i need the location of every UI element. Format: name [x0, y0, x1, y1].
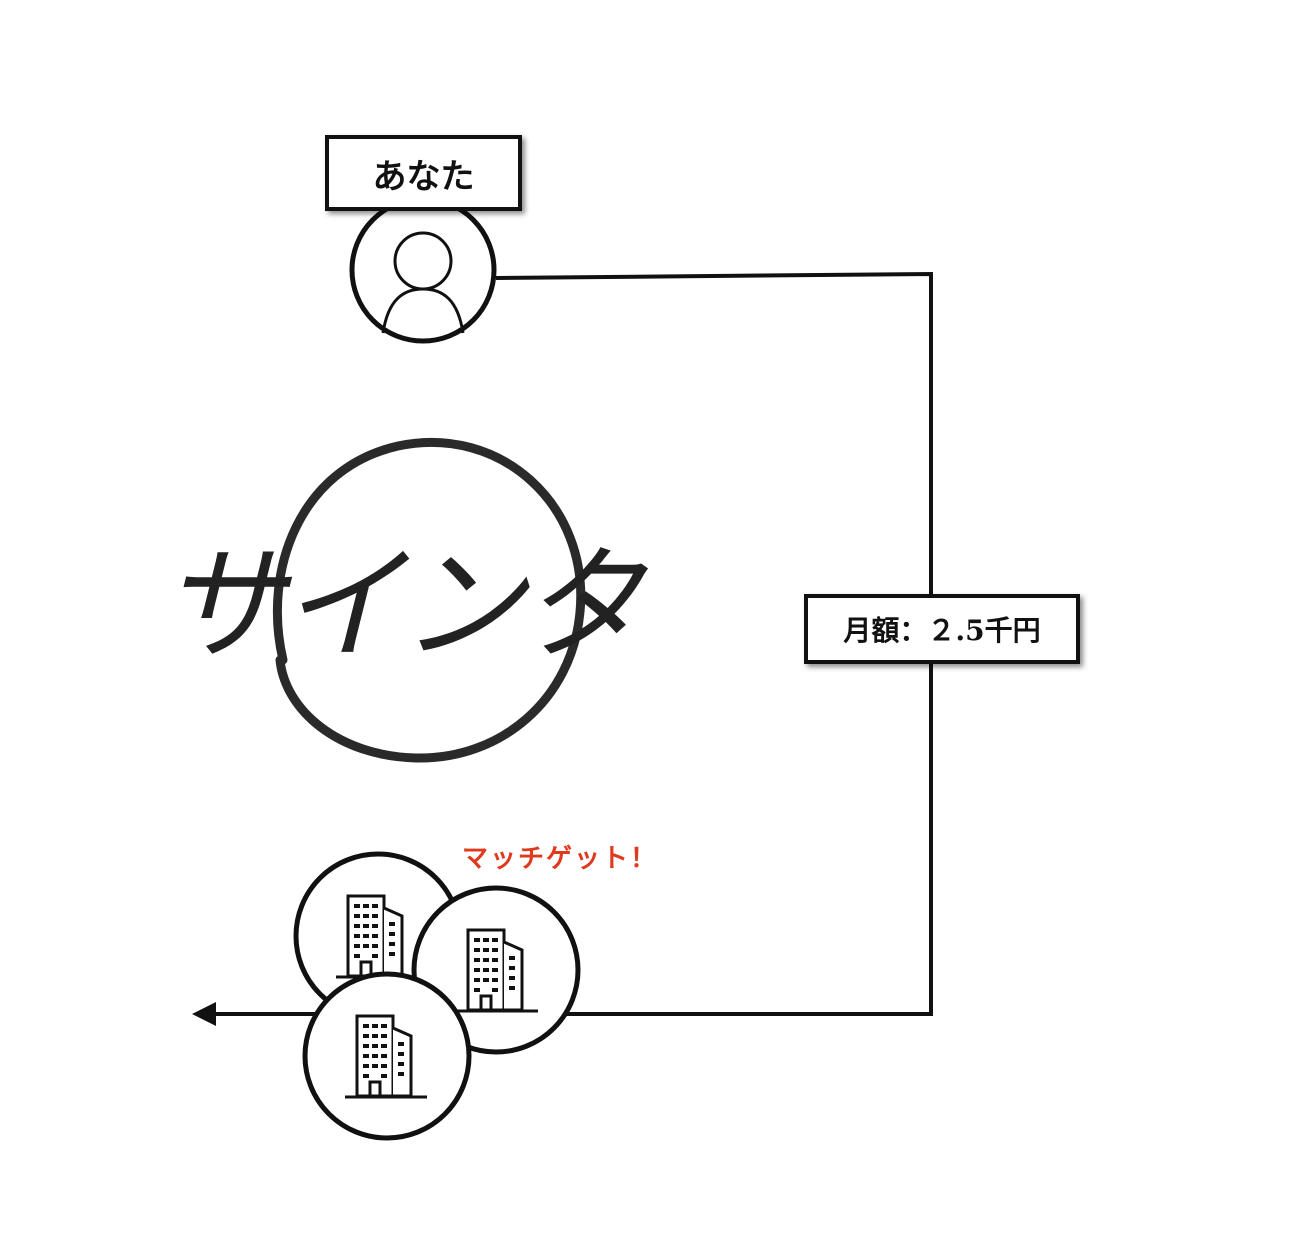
company-node-3	[302, 971, 472, 1141]
you-label: あなた	[325, 135, 522, 211]
you-label-text: あなた	[372, 156, 475, 197]
flow-diagram: サインタ	[160, 196, 933, 1141]
fee-label: 月額：２.5千円	[804, 594, 1080, 664]
fee-label-text: 月額：２.5千円	[843, 614, 1041, 647]
match-get-text: マッチゲット！	[462, 844, 659, 874]
logo: サインタ	[160, 437, 653, 763]
logo-text: サインタ	[160, 534, 649, 678]
user-node	[349, 196, 497, 344]
arrow-head-left	[192, 1002, 216, 1026]
